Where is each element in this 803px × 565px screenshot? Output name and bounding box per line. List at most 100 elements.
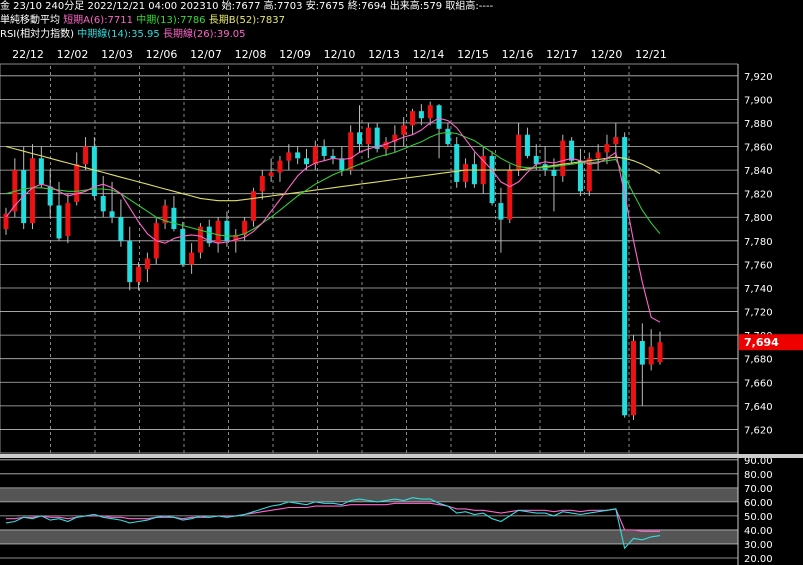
candle-down (38, 158, 44, 185)
rsi-mid-legend: 中期線(14):35.95 (77, 29, 160, 40)
rsi-tick-label: 20.00 (744, 554, 773, 565)
candle-down (577, 160, 583, 192)
ma-short-legend: 短期A(6):7711 (63, 15, 134, 26)
price-tick-label: 7,820 (744, 190, 773, 201)
candle-up (401, 125, 407, 135)
candle-up (83, 146, 89, 165)
date-label: 12/09 (279, 48, 311, 61)
rsi-tick-label: 40.00 (744, 526, 773, 537)
ma-label: 単純移動平均 (0, 15, 60, 26)
price-tick-label: 7,860 (744, 143, 773, 154)
rsi-long-legend: 長期線(26):39.05 (162, 29, 246, 40)
candle-down (489, 155, 495, 204)
symbol-label: 金 23/10 240分足 (0, 1, 85, 12)
last-price-label: 7,694 (744, 336, 779, 349)
rsi-background (0, 457, 738, 565)
candle-up (365, 127, 371, 145)
candle-up (189, 252, 195, 265)
rsi-tick-label: 80.00 (744, 470, 773, 481)
candle-up (136, 266, 142, 283)
price-tick-label: 7,920 (744, 72, 773, 83)
candle-up (516, 134, 522, 171)
rsi-panel: 90.0080.0070.0060.0050.0040.0030.0020.00 (0, 456, 773, 565)
candle-down (180, 229, 186, 265)
candle-up (259, 175, 265, 192)
candle-up (613, 137, 619, 145)
chart-header: 金 23/10 240分足 2022/12/21 04:00 202310 始:… (0, 0, 803, 42)
candle-up (595, 152, 601, 159)
price-tick-label: 7,880 (744, 119, 773, 130)
price-chart[interactable]: 90.0080.0070.0060.0050.0040.0030.0020.00… (0, 42, 803, 565)
date-label: 12/15 (457, 48, 489, 61)
rsi-shaded-band (0, 529, 738, 544)
candle-up (74, 164, 80, 202)
date-label: 12/08 (235, 48, 267, 61)
close-value: 終:7694 (347, 1, 387, 12)
candle-up (286, 152, 292, 161)
date-label: 12/14 (413, 48, 445, 61)
low-value: 安:7675 (305, 1, 345, 12)
candle-down (533, 155, 539, 165)
candle-up (427, 105, 433, 119)
volume-value: 出来高:579 (389, 1, 443, 12)
candle-up (463, 164, 469, 182)
candle-down (471, 164, 477, 185)
price-tick-label: 7,660 (744, 378, 773, 389)
date-label: 22/12 (12, 48, 44, 61)
price-tick-label: 7,640 (744, 402, 773, 413)
candle-up (277, 160, 283, 173)
price-tick-label: 7,900 (744, 95, 773, 106)
candle-up (383, 141, 389, 149)
date-label: 12/21 (635, 48, 667, 61)
rsi-tick-label: 70.00 (744, 484, 773, 495)
candle-down (569, 140, 575, 161)
candle-down (339, 158, 345, 171)
date-label: 12/02 (57, 48, 89, 61)
candle-up (648, 346, 654, 365)
candle-down (357, 132, 363, 145)
candle-up (3, 213, 9, 230)
candle-up (215, 220, 221, 244)
quote-line: 金 23/10 240分足 2022/12/21 04:00 202310 始:… (0, 0, 803, 14)
date-label: 12/16 (502, 48, 534, 61)
ma-mid-legend: 中期(13):7786 (136, 15, 206, 26)
candle-down (524, 134, 530, 156)
candle-up (630, 341, 636, 416)
date-label: 12/13 (368, 48, 400, 61)
candle-down (295, 152, 301, 159)
candle-down (445, 128, 451, 145)
date-label: 12/03 (101, 48, 133, 61)
candle-down (109, 211, 115, 218)
candle-down (639, 341, 645, 365)
candle-up (507, 170, 513, 220)
ma-long-legend: 長期B(52):7837 (208, 15, 285, 26)
candle-up (560, 140, 566, 176)
candle-up (30, 158, 36, 224)
candle-down (303, 158, 309, 165)
rsi-legend-line: RSI(相対力指数) 中期線(14):35.95 長期線(26):39.05 (0, 28, 803, 42)
rsi-tick-label: 60.00 (744, 498, 773, 509)
rsi-label: RSI(相対力指数) (0, 29, 75, 40)
candle-down (118, 217, 124, 241)
ma-legend-line: 単純移動平均 短期A(6):7711 中期(13):7786 長期B(52):7… (0, 14, 803, 28)
open-interest-value: 取組高:---- (445, 1, 494, 12)
price-panel-frame (0, 63, 739, 454)
candle-up (604, 144, 610, 153)
candle-down (224, 220, 230, 241)
date-label: 12/06 (146, 48, 178, 61)
date-label: 12/20 (591, 48, 623, 61)
rsi-tick-label: 30.00 (744, 540, 773, 551)
candle-down (171, 207, 177, 230)
candle-up (250, 191, 256, 221)
candle-down (321, 146, 327, 156)
panel-separator (0, 454, 803, 458)
datetime-label: 2022/12/21 04:00 (87, 1, 178, 12)
date-label: 12/10 (324, 48, 356, 61)
price-tick-label: 7,720 (744, 308, 773, 319)
candle-down (56, 205, 62, 239)
price-tick-label: 7,680 (744, 355, 773, 366)
rsi-shaded-band (0, 487, 738, 502)
price-tick-label: 7,740 (744, 284, 773, 295)
candle-up (65, 203, 71, 237)
price-tick-label: 7,760 (744, 260, 773, 271)
